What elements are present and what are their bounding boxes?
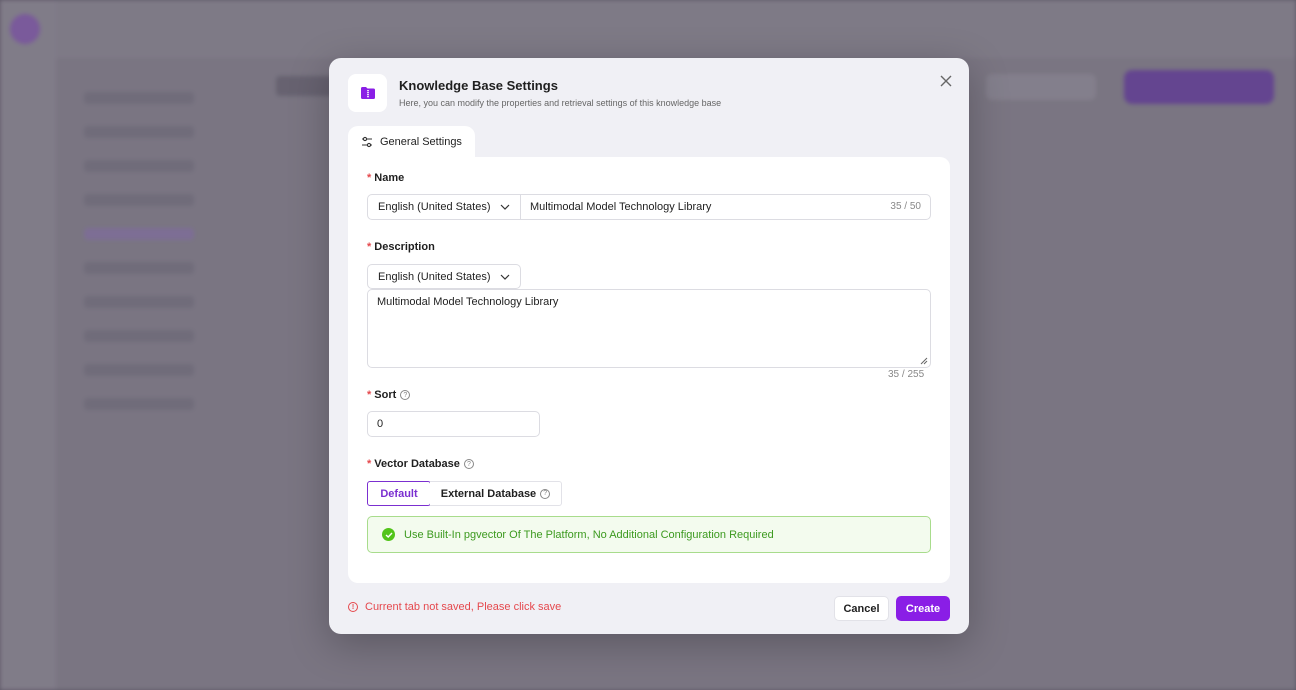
vector-db-default-option[interactable]: Default bbox=[367, 481, 431, 506]
description-language-value: English (United States) bbox=[378, 270, 491, 283]
folder-icon bbox=[348, 74, 387, 112]
modal-title: Knowledge Base Settings bbox=[399, 78, 558, 93]
unsaved-warning: ! Current tab not saved, Please click sa… bbox=[348, 601, 561, 613]
help-icon[interactable]: ? bbox=[540, 488, 551, 499]
help-icon[interactable]: ? bbox=[463, 459, 474, 469]
vector-db-external-option[interactable]: External Database ? bbox=[430, 481, 562, 506]
help-icon[interactable]: ? bbox=[400, 390, 411, 400]
chevron-down-icon bbox=[500, 274, 510, 280]
close-button[interactable] bbox=[937, 72, 955, 90]
settings-panel: * Name English (United States) Multimoda… bbox=[348, 157, 950, 583]
description-label: * Description bbox=[367, 241, 435, 253]
description-value: Multimodal Model Technology Library bbox=[377, 296, 559, 308]
description-language-select[interactable]: English (United States) bbox=[367, 264, 521, 289]
vector-database-label: * Vector Database ? bbox=[367, 458, 474, 470]
check-circle-icon bbox=[382, 528, 395, 541]
knowledge-base-settings-modal: Knowledge Base Settings Here, you can mo… bbox=[329, 58, 969, 634]
resize-handle-icon[interactable] bbox=[920, 357, 928, 365]
cancel-button[interactable]: Cancel bbox=[834, 596, 889, 621]
create-button[interactable]: Create bbox=[896, 596, 950, 621]
required-marker: * bbox=[367, 241, 372, 253]
description-textarea[interactable]: Multimodal Model Technology Library bbox=[367, 289, 931, 368]
sliders-icon bbox=[362, 136, 372, 148]
sort-input[interactable]: 0 bbox=[367, 411, 540, 437]
close-icon bbox=[940, 75, 952, 87]
sort-label: * Sort ? bbox=[367, 389, 411, 401]
name-counter: 35 / 50 bbox=[890, 201, 921, 212]
name-input[interactable]: Multimodal Model Technology Library 35 /… bbox=[520, 194, 931, 220]
modal-subtitle: Here, you can modify the properties and … bbox=[399, 98, 722, 108]
chevron-down-icon bbox=[500, 204, 510, 210]
description-counter: 35 / 255 bbox=[888, 369, 925, 380]
name-input-value: Multimodal Model Technology Library bbox=[530, 201, 712, 213]
name-language-select[interactable]: English (United States) bbox=[367, 194, 521, 220]
warning-icon: ! bbox=[348, 602, 358, 612]
tab-label: General Settings bbox=[380, 136, 462, 148]
name-language-value: English (United States) bbox=[378, 201, 491, 213]
required-marker: * bbox=[367, 172, 372, 184]
required-marker: * bbox=[367, 389, 372, 401]
name-label: * Name bbox=[367, 172, 405, 184]
tab-general-settings[interactable]: General Settings bbox=[348, 126, 475, 158]
vector-db-info-alert: Use Built-In pgvector Of The Platform, N… bbox=[367, 516, 931, 553]
unsaved-warning-text: Current tab not saved, Please click save bbox=[365, 601, 562, 613]
sort-value: 0 bbox=[377, 418, 384, 430]
vector-db-info-text: Use Built-In pgvector Of The Platform, N… bbox=[404, 528, 774, 541]
required-marker: * bbox=[367, 458, 372, 470]
